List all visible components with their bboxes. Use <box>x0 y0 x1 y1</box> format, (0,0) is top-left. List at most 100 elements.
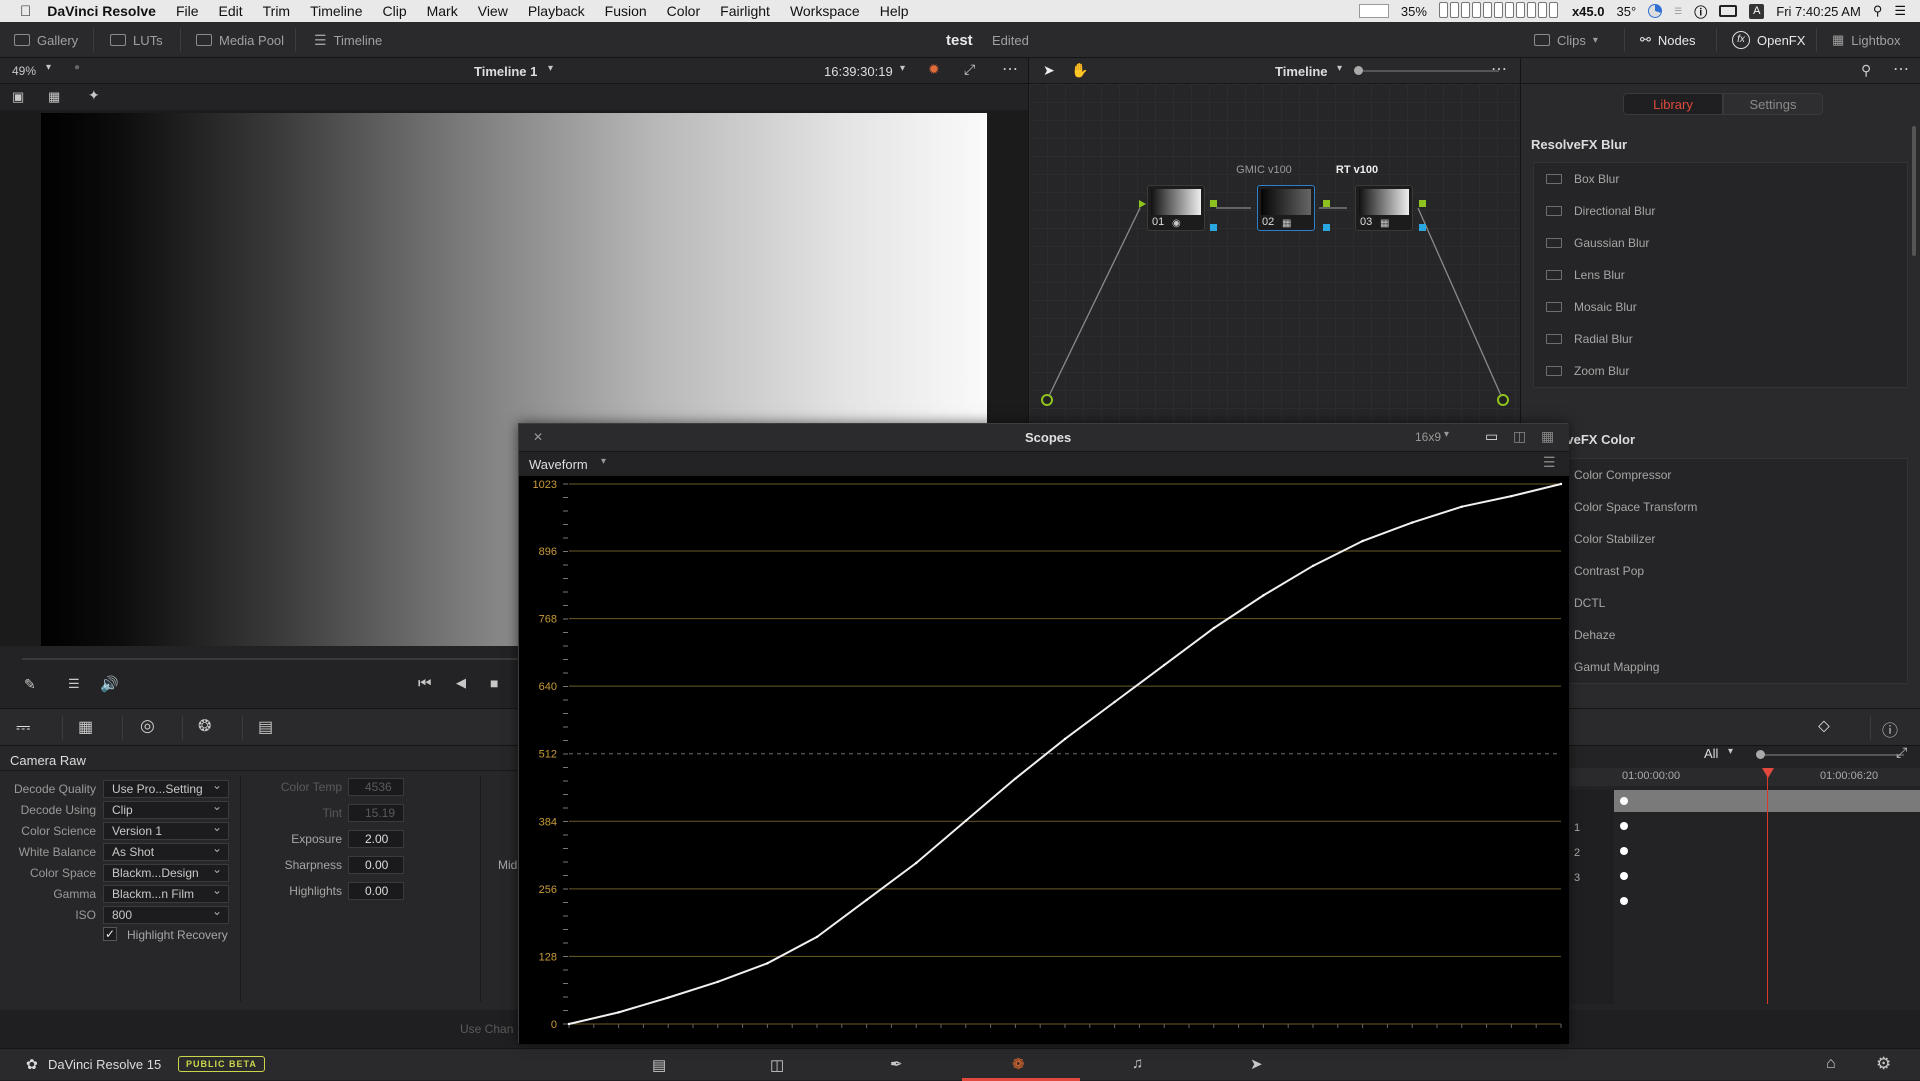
gear-icon[interactable]: ⚙ <box>1876 1054 1891 1074</box>
menu-timeline[interactable]: Timeline <box>310 3 362 19</box>
menu-workspace[interactable]: Workspace <box>790 3 860 19</box>
fairlight-page-icon[interactable]: ♫ <box>1132 1055 1143 1072</box>
playhead[interactable] <box>1767 768 1768 1004</box>
app-menu[interactable]: DaVinci Resolve <box>47 3 156 19</box>
highlight-recovery-checkbox[interactable]: ✓ <box>103 927 117 941</box>
motion-effects-icon[interactable]: ▤ <box>258 717 273 737</box>
chevron-down-icon[interactable]: ▾ <box>46 62 51 73</box>
fullscreen-icon[interactable]: ⤢ <box>964 61 975 78</box>
expand-icon[interactable]: ⤢ <box>1896 744 1907 761</box>
menu-view[interactable]: View <box>478 3 508 19</box>
keyframe-ruler[interactable]: 01:00:00:00 01:00:06:20 <box>1570 768 1920 786</box>
keyframe-zoom-handle[interactable] <box>1756 750 1765 759</box>
keyframe-marker[interactable] <box>1620 897 1628 905</box>
info-icon[interactable]: ⓘ <box>1882 717 1898 741</box>
grid-view-icon[interactable]: ▦ <box>48 89 60 105</box>
fx-item[interactable]: Directional Blur <box>1534 195 1907 227</box>
chevron-down-icon[interactable]: ▾ <box>1728 746 1733 757</box>
decode-quality-select[interactable]: Use Pro...Setting <box>103 777 229 798</box>
spotlight-icon[interactable]: ⚲ <box>1873 3 1883 19</box>
input-source-icon[interactable]: A <box>1749 3 1765 19</box>
screen-icon[interactable] <box>1719 5 1738 17</box>
home-icon[interactable]: ⌂ <box>1826 1055 1836 1073</box>
color-match-icon[interactable]: ▦ <box>78 717 93 737</box>
more-options-icon[interactable]: ⋯ <box>1002 59 1018 79</box>
rgb-mixer-icon[interactable]: ❂ <box>198 716 211 736</box>
gallery-button[interactable]: Gallery <box>14 22 78 58</box>
node-03[interactable]: 03 ▦ <box>1355 185 1413 231</box>
tab-settings[interactable]: Settings <box>1723 93 1823 115</box>
camera-raw-icon[interactable]: ⎓ <box>16 717 30 738</box>
speaker-icon[interactable]: 🔊 <box>100 675 119 693</box>
keyframe-filter[interactable]: All <box>1704 746 1718 761</box>
output-node[interactable] <box>1497 394 1509 406</box>
exposure-field[interactable]: 2.00 <box>348 830 404 848</box>
scopes-window[interactable]: ✕ Scopes 16x9 ▾ ▭ ◫ ▦ Waveform ▾ ☰ 0 128 2… <box>518 423 1569 1044</box>
decode-using-select[interactable]: Clip <box>103 798 229 819</box>
lightbox-button[interactable]: ▦ Lightbox <box>1832 22 1900 58</box>
gamma-select[interactable]: Blackm...n Film <box>103 882 229 903</box>
apple-icon[interactable]:  <box>20 3 31 20</box>
fx-item[interactable]: Gaussian Blur <box>1534 227 1907 259</box>
luts-button[interactable]: LUTs <box>110 22 163 58</box>
deliver-page-icon[interactable]: ➤ <box>1250 1055 1263 1073</box>
menu-fairlight[interactable]: Fairlight <box>720 3 770 19</box>
edit-page-icon[interactable]: ◫ <box>770 1056 784 1074</box>
keyframe-zoom-slider[interactable] <box>1760 754 1904 756</box>
highlights-field[interactable]: 0.00 <box>348 882 404 900</box>
chevron-down-icon[interactable]: ▾ <box>601 456 606 467</box>
scope-settings-icon[interactable]: ☰ <box>1543 454 1556 471</box>
input-node[interactable] <box>1041 394 1053 406</box>
node-zoom-slider[interactable] <box>1355 70 1499 72</box>
fx-item[interactable]: Zoom Blur <box>1534 355 1907 387</box>
node-graph[interactable]: 01 ◉ GMIC v100 02 ▦ RT v100 03 ▦ <box>1029 84 1521 464</box>
color-wheel-icon[interactable]: ✹ <box>928 61 940 78</box>
chevron-down-icon[interactable]: ▾ <box>1337 63 1342 74</box>
fx-item[interactable]: Radial Blur <box>1534 323 1907 355</box>
menu-color[interactable]: Color <box>667 3 700 19</box>
clips-button[interactable]: Clips ▾ <box>1534 22 1598 58</box>
scrollbar[interactable] <box>1912 126 1916 256</box>
node-mode-select[interactable]: Timeline <box>1275 64 1328 79</box>
scopes-titlebar[interactable]: ✕ Scopes 16x9 ▾ ▭ ◫ ▦ <box>519 424 1569 452</box>
timecode[interactable]: 16:39:30:19 <box>824 64 893 79</box>
single-scope-icon[interactable]: ▭ <box>1485 428 1498 445</box>
node-zoom-handle[interactable] <box>1354 66 1363 75</box>
single-view-icon[interactable]: ▣ <box>12 89 24 105</box>
fx-item[interactable]: Mosaic Blur <box>1534 291 1907 323</box>
play-reverse-icon[interactable]: ◀ <box>456 675 466 691</box>
layers-icon[interactable]: ☰ <box>68 676 80 692</box>
chevron-down-icon[interactable]: ▾ <box>548 63 553 74</box>
color-page-tab[interactable]: ❁ <box>962 1049 1080 1081</box>
search-icon[interactable]: ⚲ <box>1861 62 1871 79</box>
close-icon[interactable]: ✕ <box>533 430 543 444</box>
fx-item[interactable]: Color Stabilizer <box>1534 523 1907 555</box>
fx-item[interactable]: Dehaze <box>1534 619 1907 651</box>
fx-item[interactable]: Color Compressor <box>1534 459 1907 491</box>
nodes-button[interactable]: ⚯ Nodes <box>1640 22 1695 58</box>
fx-item[interactable]: Box Blur <box>1534 163 1907 195</box>
chevron-down-icon[interactable]: ▾ <box>1444 429 1449 440</box>
menu-clip[interactable]: Clip <box>382 3 406 19</box>
network-icon[interactable]: ☰ <box>1674 6 1682 17</box>
skip-start-icon[interactable]: ⏮ <box>418 675 432 692</box>
viewer-zoom[interactable]: 49% <box>12 64 36 78</box>
menu-trim[interactable]: Trim <box>263 3 290 19</box>
menu-fusion[interactable]: Fusion <box>605 3 647 19</box>
fx-item[interactable]: DCTL <box>1534 587 1907 619</box>
pie-icon[interactable] <box>1648 4 1663 18</box>
node-02[interactable]: 02 ▦ <box>1257 185 1315 231</box>
magic-wand-icon[interactable]: ✦ <box>88 87 100 104</box>
media-page-icon[interactable]: ▤ <box>652 1056 666 1074</box>
display-icon[interactable] <box>1358 4 1389 18</box>
timeline-button[interactable]: ☰ Timeline <box>314 22 382 58</box>
keyframe-marker[interactable] <box>1620 797 1628 805</box>
menu-playback[interactable]: Playback <box>528 3 585 19</box>
fusion-page-icon[interactable]: ✒ <box>890 1055 903 1073</box>
playhead-marker[interactable] <box>1762 768 1774 778</box>
cpu-meter-icon[interactable] <box>1438 1 1560 21</box>
chevron-down-icon[interactable]: ▾ <box>900 63 905 74</box>
more-options-icon[interactable]: ⋯ <box>1893 59 1909 79</box>
node-01[interactable]: 01 ◉ <box>1147 185 1205 231</box>
menu-file[interactable]: File <box>176 3 199 19</box>
